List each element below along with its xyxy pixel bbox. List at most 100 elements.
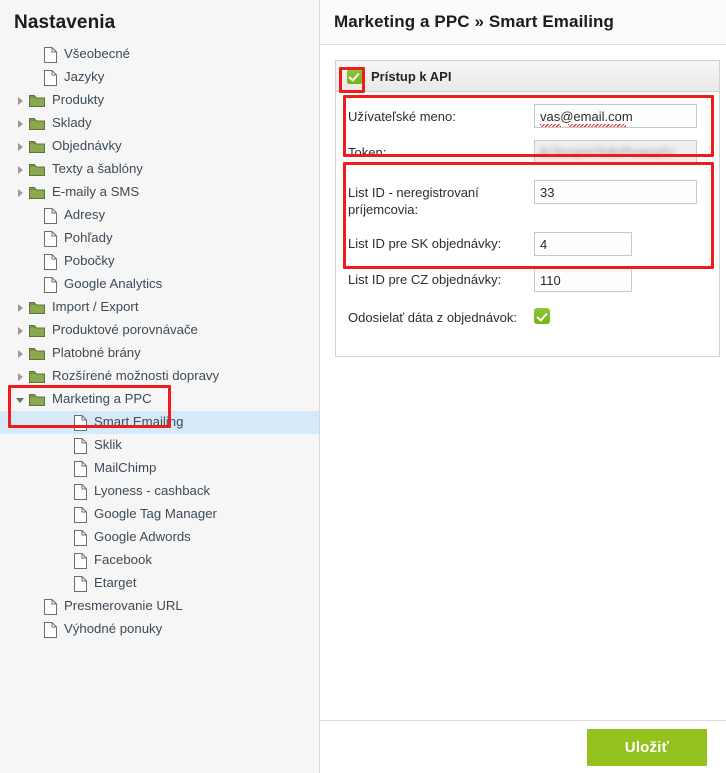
sidebar-item-platobn-br-ny[interactable]: Platobné brány [0,342,319,365]
sidebar-item-import-export[interactable]: Import / Export [0,296,319,319]
chevron-right-icon[interactable] [14,163,27,176]
sidebar-item-produkty[interactable]: Produkty [0,89,319,112]
chevron-right-icon[interactable] [14,370,27,383]
sidebar-item-label: Adresy [64,207,106,223]
list-cz-input[interactable] [534,268,632,292]
chevron-right-icon[interactable] [14,94,27,107]
folder-icon [29,348,45,360]
sidebar-item-smart-emailing[interactable]: Smart Emailing [0,411,319,434]
settings-page: Nastavenia Všeobecné Jazyky Produkty Sklady… [0,0,726,773]
sidebar-item-label: Produktové porovnávače [52,322,198,338]
sidebar-item-label: E-maily a SMS [52,184,140,200]
sidebar-item-label: Pohľady [64,230,113,246]
chevron-right-icon[interactable] [14,186,27,199]
sidebar-item-etarget[interactable]: Etarget [0,572,319,595]
sidebar-item-label: Jazyky [64,69,105,85]
sidebar-item-facebook[interactable]: Facebook [0,549,319,572]
save-button[interactable]: Uložiť [586,728,707,766]
sidebar-item-label: Texty a šablóny [52,161,143,177]
folder-icon [29,371,45,383]
page-title: Marketing a PPC » Smart Emailing [334,12,615,31]
sidebar-item-label: Google Adwords [94,529,191,545]
token-input[interactable]: 4c3scqvwTe8oPuwsqXc [534,140,697,164]
sidebar-item-google-tag-manager[interactable]: Google Tag Manager [0,503,319,526]
folder-icon [29,302,45,314]
panel-body: Užívateľské meno: Token: 4c3scqvwTe8oPuw… [336,92,719,356]
file-icon [74,483,87,500]
sidebar-item-jazyky[interactable]: Jazyky [0,66,319,89]
chevron-right-icon[interactable] [14,301,27,314]
check-icon[interactable] [347,68,362,84]
panel-title: Prístup k API [371,68,452,84]
sidebar-item-mailchimp[interactable]: MailChimp [0,457,319,480]
sidebar-item-sklik[interactable]: Sklik [0,434,319,457]
sidebar-item-e-maily-a-sms[interactable]: E-maily a SMS [0,181,319,204]
sidebar-item-marketing-a-ppc[interactable]: Marketing a PPC [0,388,319,411]
sidebar-item-label: Výhodné ponuky [64,621,163,637]
chevron-down-icon[interactable] [14,393,27,406]
list-unregistered-label: List ID - neregistrovaní príjemcovia: [348,185,479,217]
send-orders-checkbox[interactable] [534,308,550,324]
chevron-right-icon[interactable] [14,117,27,130]
sidebar-item-lyoness-cashback[interactable]: Lyoness - cashback [0,480,319,503]
sidebar-item-label: Všeobecné [64,46,130,62]
sidebar-item-label: Pobočky [64,253,115,269]
sidebar-item-produktov-porovn-va-e[interactable]: Produktové porovnávače [0,319,319,342]
sidebar-item-label: Facebook [94,552,152,568]
spellcheck-underline-1 [540,124,561,127]
sidebar-item-label: Lyoness - cashback [94,483,211,499]
sidebar-item-label: Platobné brány [52,345,141,361]
sidebar-item-presmerovanie-url[interactable]: Presmerovanie URL [0,595,319,618]
sidebar-item-roz-ren-mo-nosti-dopravy[interactable]: Rozšírené možnosti dopravy [0,365,319,388]
chevron-right-icon[interactable] [14,347,27,360]
sidebar-title: Nastavenia [14,12,116,33]
sidebar-item-sklady[interactable]: Sklady [0,112,319,135]
file-icon [44,276,57,293]
sidebar-item-v-hodn-ponuky[interactable]: Výhodné ponuky [0,618,319,641]
file-icon [74,552,87,569]
sidebar-item-texty-a-abl-ny[interactable]: Texty a šablóny [0,158,319,181]
file-icon [74,506,87,523]
file-icon [74,437,87,454]
sidebar-item-label: Sklady [52,115,92,131]
page-header: Marketing a PPC » Smart Emailing [320,0,726,45]
api-access-checkbox-wrap[interactable] [347,68,362,84]
chevron-right-icon[interactable] [14,324,27,337]
field-row-username: Užívateľské meno: [336,104,719,130]
file-icon [44,230,57,247]
list-cz-label: List ID pre CZ objednávky: [348,272,502,287]
sidebar-item-label: Google Tag Manager [94,506,217,522]
file-icon [44,46,57,63]
sidebar-item-v-eobecn[interactable]: Všeobecné [0,43,319,66]
file-icon [44,621,57,638]
file-icon [74,575,87,592]
file-icon [44,207,57,224]
list-sk-input[interactable] [534,232,632,256]
sidebar-item-google-analytics[interactable]: Google Analytics [0,273,319,296]
file-icon [44,69,57,86]
sidebar-item-google-adwords[interactable]: Google Adwords [0,526,319,549]
send-orders-label: Odosielať dáta z objednávok: [348,310,517,325]
sidebar-item-pobo-ky[interactable]: Pobočky [0,250,319,273]
token-label: Token: [348,145,387,160]
chevron-right-icon[interactable] [14,140,27,153]
sidebar-item-label: Smart Emailing [94,414,184,430]
list-unregistered-input[interactable] [534,180,697,204]
sidebar-item-objedn-vky[interactable]: Objednávky [0,135,319,158]
sidebar-item-poh-ady[interactable]: Pohľady [0,227,319,250]
field-row-send-orders: Odosielať dáta z objednávok: [336,306,719,332]
sidebar-item-label: Produkty [52,92,105,108]
sidebar-item-label: Presmerovanie URL [64,598,183,614]
sidebar-item-label: Etarget [94,575,137,591]
sidebar-item-adresy[interactable]: Adresy [0,204,319,227]
sidebar-item-label: Rozšírené možnosti dopravy [52,368,220,384]
file-icon [74,529,87,546]
sidebar-item-label: Import / Export [52,299,139,315]
